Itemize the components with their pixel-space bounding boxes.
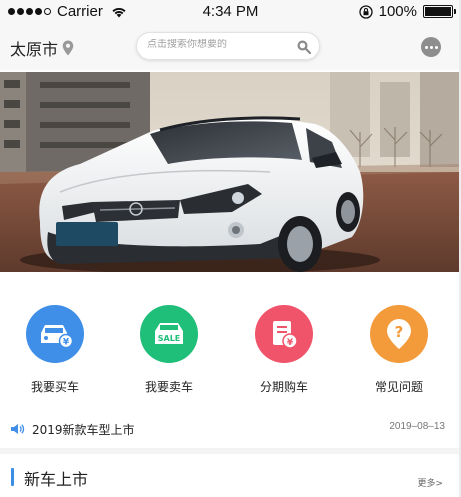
section-divider <box>0 448 461 454</box>
banner-image[interactable] <box>0 72 461 272</box>
nav-bar: 太原市 <box>0 24 461 70</box>
menu-buy-car[interactable]: ¥ 我要买车 <box>5 305 105 395</box>
question-icon: ? <box>370 305 428 363</box>
quick-menu: ¥ 我要买车 SALE 我要卖车 ¥ 分期购车 ? 常见问题 <box>0 300 461 400</box>
search-icon[interactable] <box>296 39 311 54</box>
news-date: 2019–08–13 <box>389 421 445 432</box>
location-icon <box>62 40 74 56</box>
more-icon[interactable] <box>421 37 441 57</box>
new-cars-section-header: 新车上市 更多> <box>0 462 461 497</box>
section-more-link[interactable]: 更多> <box>417 476 443 489</box>
menu-installment-label: 分期购车 <box>259 380 308 394</box>
menu-faq-label: 常见问题 <box>374 380 423 394</box>
news-title[interactable]: 2019新款车型上市 <box>32 421 135 438</box>
section-title: 新车上市 <box>24 470 89 489</box>
svg-text:¥: ¥ <box>63 338 70 348</box>
sale-car-icon: SALE <box>140 305 198 363</box>
search-input[interactable] <box>147 39 287 50</box>
battery-icon <box>423 5 456 18</box>
menu-faq[interactable]: ? 常见问题 <box>349 305 449 395</box>
city-selector[interactable]: 太原市 <box>10 36 74 60</box>
section-accent-bar <box>11 468 14 486</box>
menu-sell-car[interactable]: SALE 我要卖车 <box>119 305 219 395</box>
battery-percent: 100% <box>378 3 417 20</box>
menu-installment[interactable]: ¥ 分期购车 <box>234 305 334 395</box>
speaker-icon <box>11 424 25 434</box>
installment-icon: ¥ <box>255 305 313 363</box>
buy-car-icon: ¥ <box>26 305 84 363</box>
city-name: 太原市 <box>10 42 59 59</box>
svg-text:?: ? <box>395 323 404 341</box>
status-bar: Carrier 4:34 PM 100% <box>0 0 461 24</box>
search-bar[interactable] <box>136 32 320 60</box>
svg-text:SALE: SALE <box>158 334 181 343</box>
rotation-lock-icon <box>358 4 373 19</box>
svg-text:¥: ¥ <box>287 338 294 348</box>
news-ticker[interactable]: 2019新款车型上市 2019–08–13 <box>0 416 461 442</box>
menu-buy-car-label: 我要买车 <box>30 380 79 394</box>
battery-status: 100% <box>358 3 456 20</box>
menu-sell-car-label: 我要卖车 <box>144 380 193 394</box>
car-photo <box>0 72 461 272</box>
